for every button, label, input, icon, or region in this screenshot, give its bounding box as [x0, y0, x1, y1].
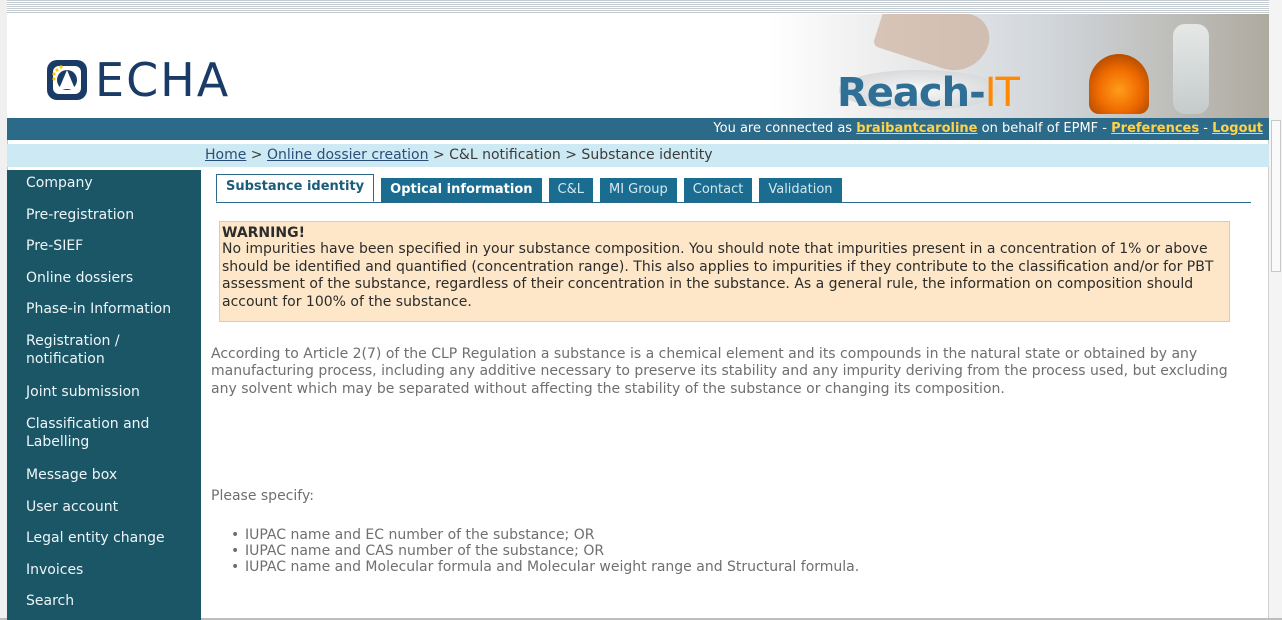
reach-it-logo: Reach-IT — [837, 70, 1020, 116]
warning-message: No impurities have been specified in you… — [222, 241, 1214, 310]
banner-stripes — [7, 0, 1269, 14]
session-status-text: You are connected as braibantcaroline on… — [713, 121, 1263, 136]
identification-options-list: IUPAC name and EC number of the substanc… — [227, 527, 859, 575]
logout-link[interactable]: Logout — [1212, 121, 1263, 136]
tab-substance-identity[interactable]: Substance identity — [216, 174, 375, 202]
breadcrumb-separator: > — [246, 147, 267, 163]
sidebar-nav: Company Pre-registration Pre-SIEF Online… — [7, 170, 201, 620]
please-specify-label: Please specify: — [211, 488, 314, 504]
tab-mi-group[interactable]: MI Group — [600, 178, 677, 202]
reach-suffix: IT — [984, 70, 1020, 116]
sidebar-item-legal-entity-change[interactable]: Legal entity change — [7, 529, 165, 547]
warning-box: WARNING! No impurities have been specifi… — [219, 221, 1230, 322]
echa-logo[interactable]: ECHA — [45, 52, 230, 108]
status-separator: - — [1199, 121, 1213, 136]
tab-underline — [216, 202, 1251, 203]
sidebar-item-classification-labelling[interactable]: Classification and Labelling — [7, 415, 176, 451]
header-banner: ECHA Reach-IT — [7, 14, 1269, 118]
sidebar-item-search[interactable]: Search — [7, 592, 74, 610]
tab-strip: Substance identity Optical information C… — [216, 174, 849, 202]
reach-prefix: Reach- — [837, 70, 986, 116]
substance-definition-text: According to Article 2(7) of the CLP Reg… — [211, 346, 1228, 397]
tab-cl[interactable]: C&L — [548, 178, 593, 202]
scrollbar-thumb[interactable] — [1271, 120, 1281, 272]
preferences-link[interactable]: Preferences — [1111, 121, 1199, 136]
breadcrumb: Home > Online dossier creation > C&L not… — [205, 147, 713, 163]
sidebar-item-online-dossiers[interactable]: Online dossiers — [7, 269, 133, 287]
breadcrumb-bar: Home > Online dossier creation > C&L not… — [7, 144, 1269, 167]
photo-beaker — [1089, 54, 1149, 114]
breadcrumb-tail: > C&L notification > Substance identity — [428, 147, 713, 163]
sidebar-item-message-box[interactable]: Message box — [7, 466, 117, 484]
echa-logo-icon — [47, 60, 87, 100]
sidebar-item-registration-notification[interactable]: Registration / notification — [7, 332, 176, 368]
tab-optical-information[interactable]: Optical information — [381, 178, 542, 202]
warning-title: WARNING! — [222, 225, 305, 241]
tab-validation[interactable]: Validation — [759, 178, 842, 202]
sidebar-item-company[interactable]: Company — [7, 174, 93, 192]
behalf-label: on behalf of EPMF - — [977, 121, 1112, 136]
breadcrumb-online-dossier[interactable]: Online dossier creation — [267, 147, 429, 163]
sidebar-item-phase-in-information[interactable]: Phase-in Information — [7, 300, 171, 318]
sidebar-item-pre-sief[interactable]: Pre-SIEF — [7, 237, 83, 255]
sidebar-item-invoices[interactable]: Invoices — [7, 561, 83, 579]
sidebar-item-joint-submission[interactable]: Joint submission — [7, 383, 140, 401]
logo-text: ECHA — [95, 53, 231, 107]
username-link[interactable]: braibantcaroline — [856, 121, 977, 136]
tab-contact[interactable]: Contact — [683, 178, 753, 202]
list-item: IUPAC name and Molecular formula and Mol… — [227, 559, 859, 575]
list-item: IUPAC name and EC number of the substanc… — [227, 527, 859, 543]
breadcrumb-home[interactable]: Home — [205, 147, 246, 163]
vertical-scrollbar[interactable] — [1268, 0, 1282, 620]
connected-label: You are connected as — [713, 121, 857, 136]
list-item: IUPAC name and CAS number of the substan… — [227, 543, 859, 559]
sidebar-item-user-account[interactable]: User account — [7, 498, 118, 516]
sidebar-item-pre-registration[interactable]: Pre-registration — [7, 206, 134, 224]
photo-flask — [1173, 24, 1209, 114]
session-status-bar: You are connected as braibantcaroline on… — [7, 118, 1269, 140]
